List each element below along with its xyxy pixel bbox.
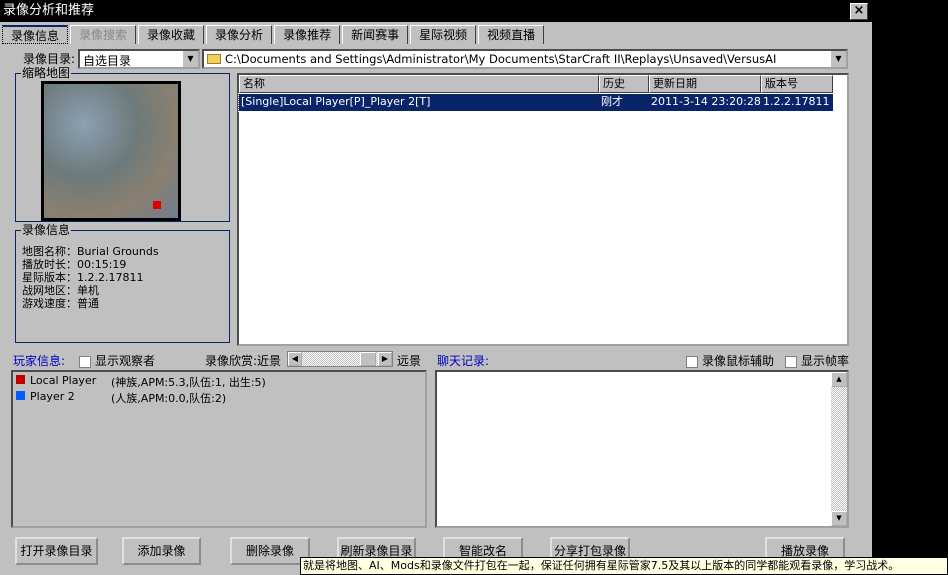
show-fps-checkbox[interactable]: 显示帧率 xyxy=(785,352,849,369)
folder-icon xyxy=(207,54,221,64)
replay-list[interactable]: 名称 历史 更新日期 版本号 [Single]Local Player[P]_P… xyxy=(237,73,849,346)
chevron-down-icon[interactable]: ▼ xyxy=(831,51,846,67)
info-row: 播放时长：00:15:19 xyxy=(22,258,127,271)
open-dir-button[interactable]: 打开录像目录 xyxy=(15,537,98,565)
dir-select[interactable]: 自选目录 ▼ xyxy=(78,49,200,69)
view-distance-slider[interactable]: ◀ ▶ xyxy=(287,351,393,367)
tab-videos[interactable]: 星际视频 xyxy=(410,25,477,44)
tab-favorites[interactable]: 录像收藏 xyxy=(138,25,205,44)
tab-replay-search[interactable]: 录像搜索 xyxy=(70,25,137,44)
list-item[interactable]: Local Player (神族,APM:5.3,队伍:1, 出生:5) xyxy=(16,374,266,389)
thumbnail-label: 缩略地图 xyxy=(21,66,72,80)
chat-label: 聊天记录: xyxy=(437,354,490,368)
list-item[interactable]: Player 2 (人族,APM:0.0,队伍:2) xyxy=(16,390,226,405)
mouse-assist-checkbox[interactable]: 录像鼠标辅助 xyxy=(686,352,774,369)
replay-info-group: 录像信息 地图名称：Burial Grounds 播放时长：00:15:19 星… xyxy=(15,223,230,343)
view-far-label: 远景 xyxy=(397,354,422,368)
tab-news[interactable]: 新闻赛事 xyxy=(342,25,409,44)
path-value: C:\Documents and Settings\Administrator\… xyxy=(225,52,777,66)
replay-info-label: 录像信息 xyxy=(21,223,72,237)
dir-select-value: 自选目录 xyxy=(83,54,132,68)
info-row: 地图名称：Burial Grounds xyxy=(22,245,159,258)
tab-live[interactable]: 视频直播 xyxy=(478,25,545,44)
tab-bar: 录像信息 录像搜索 录像收藏 录像分析 录像推荐 新闻赛事 星际视频 视频直播 xyxy=(2,25,546,44)
col-date[interactable]: 更新日期 xyxy=(649,75,761,93)
info-row: 战网地区：单机 xyxy=(22,284,99,297)
view-near-label: 录像欣赏:近景 xyxy=(205,354,282,368)
player-start-marker xyxy=(153,201,161,209)
window-title: 录像分析和推荐 xyxy=(3,3,95,18)
chevron-down-icon[interactable]: ▼ xyxy=(183,51,198,67)
col-name[interactable]: 名称 xyxy=(239,75,599,93)
main-window: 录像分析和推荐 × 录像信息 录像搜索 录像收藏 录像分析 录像推荐 新闻赛事 … xyxy=(0,0,872,575)
player-info-label: 玩家信息: xyxy=(13,354,66,368)
chat-scrollbar[interactable]: ▲ ▼ xyxy=(831,372,847,526)
info-row: 游戏速度：普通 xyxy=(22,297,99,310)
scroll-down-icon[interactable]: ▼ xyxy=(831,511,847,526)
player-color-swatch xyxy=(16,375,25,384)
player-list[interactable]: Local Player (神族,APM:5.3,队伍:1, 出生:5) Play… xyxy=(11,370,427,528)
tab-recommend[interactable]: 录像推荐 xyxy=(274,25,341,44)
info-row: 星际版本：1.2.2.17811 xyxy=(22,271,144,284)
table-row[interactable]: [Single]Local Player[P]_Player 2[T] 刚才 2… xyxy=(238,93,834,112)
minimap-image xyxy=(41,81,181,221)
show-observers-checkbox[interactable]: 显示观察者 xyxy=(79,352,155,369)
tooltip: 就是将地图、AI、Mods和录像文件打包在一起，保证任何拥有星际管家7.5及其以… xyxy=(300,557,948,575)
scroll-right-icon[interactable]: ▶ xyxy=(378,352,392,366)
close-button[interactable]: × xyxy=(850,3,868,20)
thumbnail-group: 缩略地图 xyxy=(15,66,230,222)
player-color-swatch xyxy=(16,391,25,400)
tab-replay-info[interactable]: 录像信息 xyxy=(2,25,69,44)
delete-replay-button[interactable]: 删除录像 xyxy=(230,537,310,565)
scroll-left-icon[interactable]: ◀ xyxy=(288,352,302,366)
tab-analysis[interactable]: 录像分析 xyxy=(206,25,273,44)
path-combo[interactable]: C:\Documents and Settings\Administrator\… xyxy=(202,49,848,69)
title-bar: 录像分析和推荐 xyxy=(0,0,872,22)
chat-log[interactable]: ▲ ▼ xyxy=(435,370,849,528)
add-replay-button[interactable]: 添加录像 xyxy=(122,537,201,565)
col-version[interactable]: 版本号 xyxy=(761,75,833,93)
scroll-up-icon[interactable]: ▲ xyxy=(831,372,847,387)
slider-thumb[interactable] xyxy=(360,352,376,366)
col-history[interactable]: 历史 xyxy=(599,75,649,93)
dir-label: 录像目录: xyxy=(23,52,76,66)
